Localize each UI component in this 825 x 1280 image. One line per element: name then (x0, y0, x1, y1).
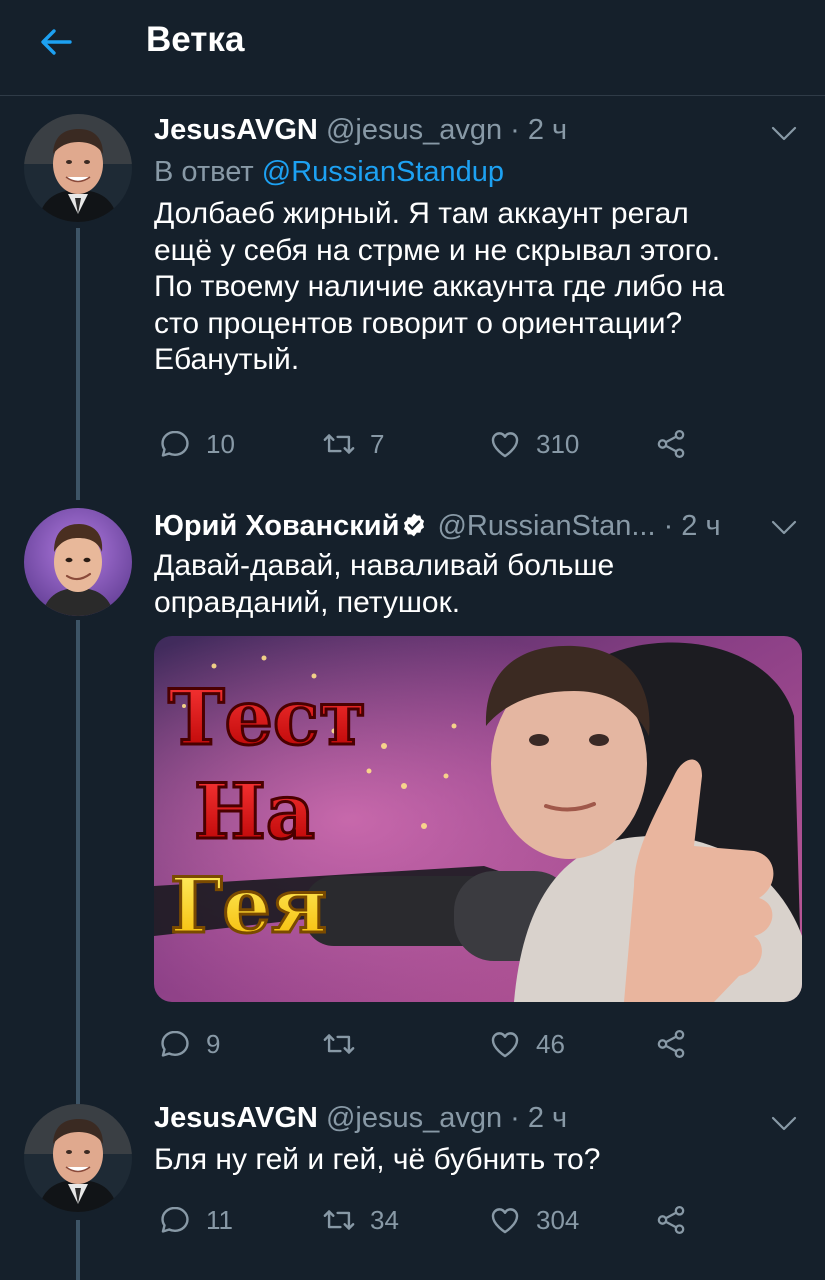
back-button[interactable] (36, 22, 76, 62)
like-button[interactable]: 304 (488, 1200, 579, 1240)
like-count: 304 (536, 1204, 580, 1235)
retweet-icon (322, 427, 356, 461)
retweet-icon (322, 1027, 356, 1061)
thumbnail-title-line: На (194, 767, 315, 856)
chevron-down-icon[interactable] (771, 1116, 797, 1132)
tweet-header: JesusAVGN @jesus_avgn · 2 ч (154, 112, 795, 148)
verified-badge-icon (404, 513, 425, 537)
share-icon (654, 427, 688, 461)
author-handle[interactable]: @jesus_avgn (326, 114, 502, 146)
tweet-header: JesusAVGN @jesus_avgn · 2 ч (154, 1100, 795, 1136)
avatar[interactable] (24, 114, 132, 222)
like-button[interactable]: 46 (488, 1024, 565, 1064)
reply-mention-link[interactable]: @RussianStandup (262, 156, 504, 188)
author-handle[interactable]: @jesus_avgn (326, 1102, 502, 1134)
tweet-time: · 2 ч (510, 114, 568, 146)
avatar[interactable] (24, 508, 132, 616)
thumbnail-title-line: Тест (168, 673, 366, 762)
share-button[interactable] (654, 1024, 702, 1064)
retweet-icon (322, 1203, 356, 1237)
avatar[interactable] (24, 1104, 132, 1212)
page-title: Ветка (146, 20, 245, 59)
reply-icon (158, 427, 192, 461)
chevron-down-icon[interactable] (771, 520, 797, 536)
reply-icon (158, 1027, 192, 1061)
arrow-left-icon (41, 29, 72, 55)
reply-prefix: В ответ (154, 156, 262, 188)
tweet-header: Юрий Хованский @RussianStan... · 2 ч (154, 508, 795, 544)
author-name[interactable]: JesusAVGN (154, 1102, 318, 1134)
like-count: 46 (536, 1028, 565, 1059)
author-handle[interactable]: @RussianStan... (437, 510, 655, 542)
reply-count: 10 (206, 428, 235, 459)
tweet[interactable]: JesusAVGN @jesus_avgn · 2 ч В ответ @Rus… (0, 96, 825, 496)
reply-count: 9 (206, 1028, 221, 1059)
reply-count: 11 (206, 1204, 233, 1235)
reply-button[interactable]: 10 (158, 424, 235, 464)
like-button[interactable]: 310 (488, 424, 579, 464)
tweet-media-image[interactable]: Тест На Гея (154, 636, 802, 1002)
reply-context: В ответ @RussianStandup (154, 154, 795, 190)
like-icon (488, 1203, 522, 1237)
avatar-image (24, 1104, 132, 1212)
retweet-count: 7 (370, 428, 385, 459)
share-button[interactable] (654, 1200, 702, 1240)
like-icon (488, 1027, 522, 1061)
thumbnail-title-line: Гея (170, 861, 327, 950)
tweet-time: · 2 ч (510, 1102, 568, 1134)
tweet-time: · 2 ч (663, 510, 721, 542)
tweet-text: Долбаеб жирный. Я там аккаунт регал ещё … (154, 197, 725, 376)
tweet-actions: 10 7 310 (154, 424, 714, 464)
like-count: 310 (536, 428, 580, 459)
reply-icon (158, 1203, 192, 1237)
retweet-button[interactable]: 34 (322, 1200, 399, 1240)
tweet-text: Давай-давай, наваливай больше оправданий… (154, 549, 615, 619)
avatar-image (24, 508, 132, 616)
tweet-actions: 9 46 (154, 1024, 714, 1064)
reply-button[interactable]: 11 (158, 1200, 233, 1240)
author-name[interactable]: JesusAVGN (154, 114, 318, 146)
tweet-actions: 11 34 304 (154, 1200, 714, 1240)
avatar-image (24, 114, 132, 222)
retweet-button[interactable] (322, 1024, 370, 1064)
tweet-text: Бля ну гей и гей, чё бубнить то? (154, 1143, 601, 1176)
share-icon (654, 1027, 688, 1061)
reply-button[interactable]: 9 (158, 1024, 220, 1064)
chevron-down-icon[interactable] (771, 126, 797, 142)
top-bar: Ветка (0, 0, 825, 96)
retweet-count: 34 (370, 1204, 399, 1235)
tweet[interactable]: JesusAVGN @jesus_avgn · 2 ч Бля ну гей и… (0, 1090, 825, 1280)
video-thumbnail: Тест На Гея (154, 636, 802, 1002)
share-icon (654, 1203, 688, 1237)
retweet-button[interactable]: 7 (322, 424, 384, 464)
author-name[interactable]: Юрий Хованский (154, 510, 399, 542)
like-icon (488, 427, 522, 461)
share-button[interactable] (654, 424, 702, 464)
